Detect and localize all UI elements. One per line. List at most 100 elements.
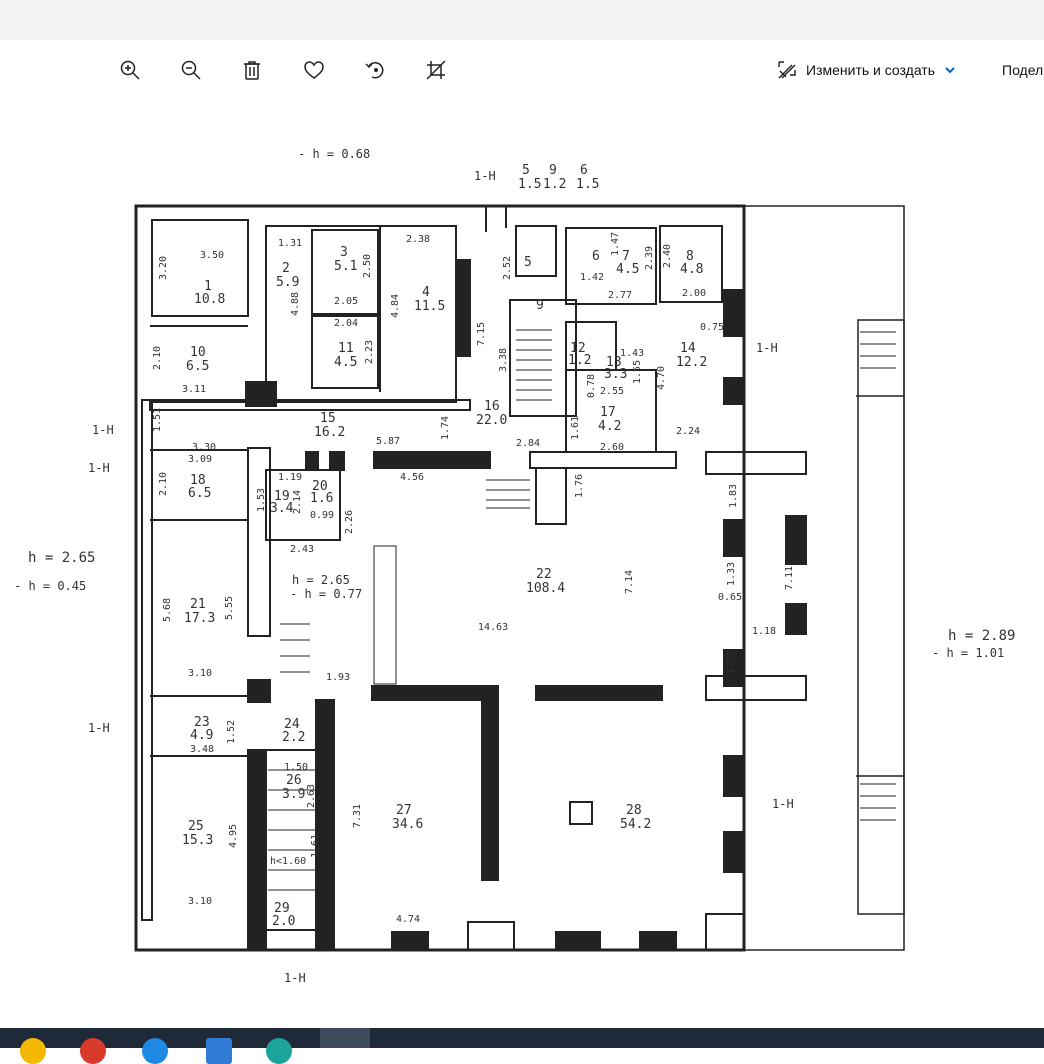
dimension: 14.63	[478, 622, 508, 633]
dimension: 0.99	[310, 510, 334, 521]
dimension: 1.43	[620, 348, 644, 359]
dimension: 2.14	[292, 490, 303, 514]
room-area: 10.8	[194, 292, 225, 307]
room-area: 1.5	[518, 177, 541, 192]
edit-create-button[interactable]: Изменить и создать	[776, 52, 957, 88]
chevron-down-icon	[945, 67, 955, 74]
room-number: 9	[536, 298, 544, 313]
taskbar-app-icon[interactable]	[206, 1038, 232, 1064]
dimension: 2.39	[644, 246, 655, 270]
room-area: 16.2	[314, 425, 345, 440]
room-number: 27	[396, 803, 412, 818]
dimension: 1.76	[574, 474, 585, 498]
room-number: 16	[484, 399, 500, 414]
dimension: 1.77	[726, 650, 737, 674]
zoom-out-icon	[181, 60, 201, 80]
crop-button[interactable]	[418, 52, 454, 88]
section-label: 1-H	[772, 797, 794, 811]
center-note-2: - h = 0.77	[290, 587, 362, 601]
section-label: 1-H	[88, 461, 110, 475]
section-label: 1-H	[88, 721, 110, 735]
room-area: 108.4	[526, 581, 565, 596]
dimension: 0.65	[718, 592, 742, 603]
dimension: 1.18	[752, 626, 776, 637]
dimension: 1.74	[440, 416, 451, 440]
dimension: 3.38	[498, 348, 509, 372]
taskbar-app-icon[interactable]	[80, 1038, 106, 1064]
image-viewer[interactable]: - h = 0.68 h = 2.65 - h = 0.45 h = 2.89 …	[0, 100, 1044, 1028]
dimension: 2.84	[516, 438, 540, 449]
room-area: 1.5	[576, 177, 599, 192]
share-button[interactable]: Поделиться	[994, 52, 1044, 88]
dimension: 3.50	[200, 250, 224, 261]
section-label: 1-H	[92, 423, 114, 437]
room-number: 10	[190, 345, 206, 360]
room-area: 1.6	[310, 491, 333, 506]
room-area: 54.2	[620, 817, 651, 832]
dimension: 2.63	[306, 784, 317, 808]
dimension: 2.05	[334, 296, 358, 307]
dimension: 1.61	[310, 834, 321, 858]
dimension: 7.14	[624, 570, 635, 594]
dimension: 2.40	[662, 244, 673, 268]
dimension: 3.11	[182, 384, 206, 395]
room-number: 28	[626, 803, 642, 818]
taskbar-app-icon[interactable]	[266, 1038, 292, 1064]
taskbar-app-active[interactable]	[320, 1028, 370, 1048]
section-label: 1-H	[474, 169, 496, 183]
floor-plan-image: - h = 0.68 h = 2.65 - h = 0.45 h = 2.89 …	[14, 147, 1015, 985]
zoom-in-icon	[120, 60, 140, 80]
taskbar-app-icon[interactable]	[20, 1038, 46, 1064]
dimension: 2.77	[608, 290, 632, 301]
room-number: 17	[600, 405, 616, 420]
center-note-1: h = 2.65	[292, 573, 350, 587]
share-label: Поделиться	[1002, 62, 1044, 78]
title-bar	[0, 0, 1044, 40]
dimension: 1.19	[278, 472, 302, 483]
dimension: 5.87	[376, 436, 400, 447]
favorite-button[interactable]	[296, 52, 332, 88]
dimension: 1.93	[326, 672, 350, 683]
zoom-out-button[interactable]	[173, 52, 209, 88]
delete-button[interactable]	[234, 52, 270, 88]
dimension: 4.56	[400, 472, 424, 483]
dimension: 7.11	[784, 566, 795, 590]
dimension: 3.10	[188, 668, 212, 679]
zoom-in-button[interactable]	[112, 52, 148, 88]
dimension: 1.51	[152, 408, 163, 432]
top-note: - h = 0.68	[298, 147, 370, 161]
room-number: 14	[680, 341, 696, 356]
room-area: 15.3	[182, 833, 213, 848]
dimension: 5.55	[224, 596, 235, 620]
dimension: 4.70	[656, 366, 667, 390]
dimension: 4.88	[290, 292, 301, 316]
rotate-button[interactable]	[357, 52, 393, 88]
room-area: 12.2	[676, 355, 707, 370]
dimension: 1.53	[256, 488, 267, 512]
crop-icon	[426, 60, 446, 80]
dimension: 2.26	[344, 510, 355, 534]
dimension: 1.55	[632, 360, 643, 384]
dimension: 3.20	[158, 256, 169, 280]
dimension: 2.04	[334, 318, 358, 329]
room-area: 3.9	[282, 787, 305, 802]
room-area: 4.5	[616, 262, 639, 277]
dimension: 1.50	[284, 762, 308, 773]
dimension: 2.24	[676, 426, 700, 437]
dimension: 2.43	[290, 544, 314, 555]
right-note-1: h = 2.89	[948, 628, 1015, 644]
dimension: 2.00	[682, 288, 706, 299]
dimension: 2.60	[600, 442, 624, 453]
dimension: 2.38	[406, 234, 430, 245]
taskbar-app-icon[interactable]	[142, 1038, 168, 1064]
dimension: 2.52	[502, 256, 513, 280]
room-area: 3.4	[270, 501, 294, 516]
dimension: 2.23	[364, 340, 375, 364]
room-number: 5	[522, 163, 530, 178]
dimension: 3.30	[192, 442, 216, 453]
room-number: 2	[282, 261, 290, 276]
room-area: 1.2	[543, 177, 566, 192]
room-number: 21	[190, 597, 206, 612]
dimension: 4.74	[396, 914, 420, 925]
dimension: 1.47	[610, 232, 621, 256]
